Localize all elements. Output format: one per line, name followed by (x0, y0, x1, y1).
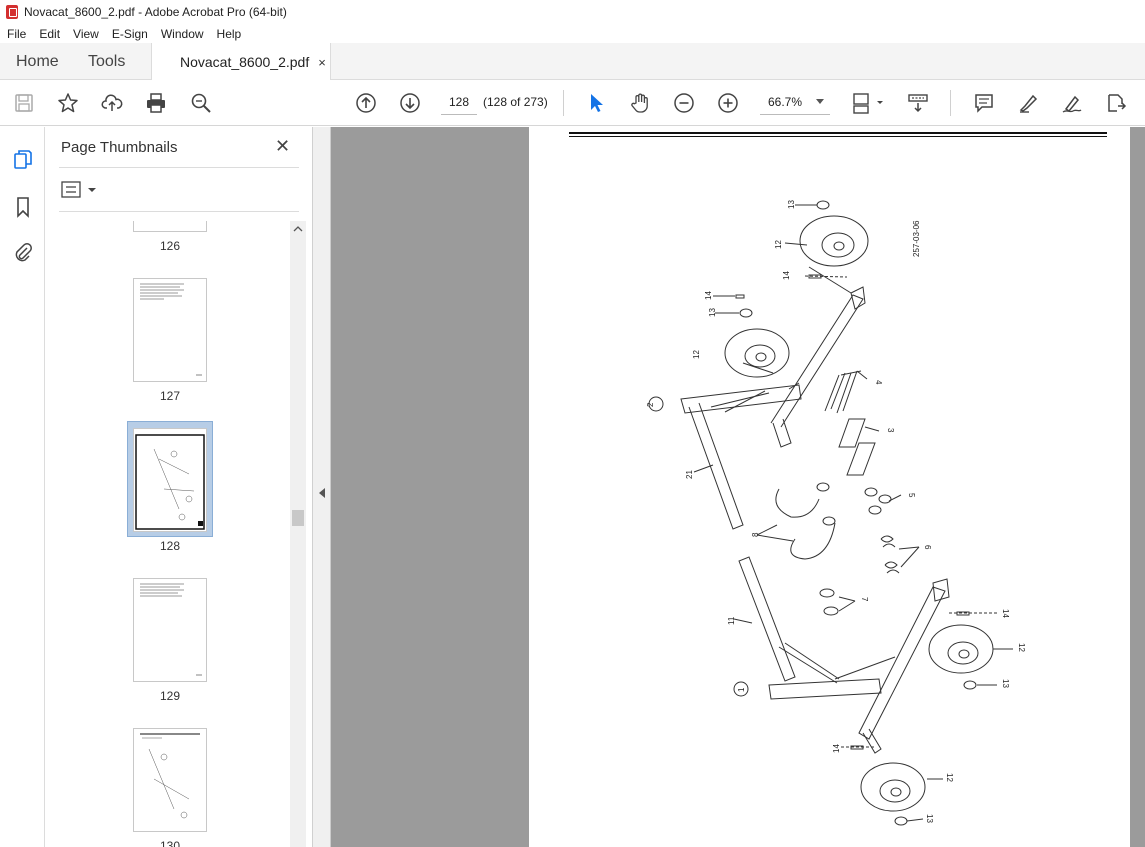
part-label: 13 (1001, 679, 1010, 688)
part-label: 7 (860, 597, 869, 602)
panel-divider (59, 167, 299, 168)
tab-home[interactable]: Home (16, 43, 59, 80)
comment-icon[interactable] (972, 91, 996, 115)
fit-page-icon[interactable] (850, 91, 886, 115)
part-label: 4 (874, 380, 883, 385)
thumbnail-label: 130 (159, 839, 181, 847)
part-label: 14 (782, 271, 791, 280)
part-label: 13 (708, 308, 717, 317)
panel-divider (59, 211, 299, 212)
tab-tools[interactable]: Tools (88, 43, 125, 80)
thumbnails-panel: Page Thumbnails ✕ 126 127 128 129 130 (45, 127, 313, 847)
star-icon[interactable] (56, 91, 80, 115)
thumbnail-page-127[interactable] (133, 278, 207, 382)
page-thumbnails-icon[interactable] (11, 147, 35, 171)
export-icon[interactable] (1104, 91, 1128, 115)
part-label: 8 (751, 532, 760, 537)
page-up-icon[interactable] (354, 91, 378, 115)
zoom-level-value: 66.7% (768, 94, 803, 109)
sign-icon[interactable] (1060, 91, 1084, 115)
thumbnail-page-130[interactable] (133, 728, 207, 832)
thumbnail-page-128[interactable] (133, 428, 207, 532)
panel-collapse-handle[interactable] (313, 127, 331, 847)
thumbnail-label: 126 (159, 239, 181, 253)
callout-number: 2 (646, 402, 655, 407)
thumbnail-page-129[interactable] (133, 578, 207, 682)
panel-title: Page Thumbnails (61, 139, 178, 156)
thumbnail-label: 129 (159, 689, 181, 703)
thumbnail-options-button[interactable] (61, 181, 97, 199)
toolbar-divider (563, 90, 564, 116)
zoom-level-select[interactable]: 66.7% (760, 89, 830, 115)
upload-icon[interactable] (100, 91, 124, 115)
scroll-mode-icon[interactable] (906, 91, 930, 115)
menu-file[interactable]: File (0, 27, 32, 41)
bookmark-icon[interactable] (11, 195, 35, 219)
tab-document-label: Novacat_8600_2.pdf (180, 54, 310, 70)
part-label: 12 (774, 240, 783, 249)
part-label: 12 (692, 350, 701, 359)
thumbnail-preview (140, 733, 200, 819)
select-cursor-icon[interactable] (584, 91, 608, 115)
scroll-up-arrow-icon[interactable] (290, 223, 306, 235)
search-zoom-icon[interactable] (189, 91, 213, 115)
scrollbar-thumb[interactable] (292, 510, 304, 526)
menu-help[interactable]: Help (210, 27, 248, 41)
close-icon[interactable]: ✕ (275, 136, 290, 157)
thumbnail-list: 126 127 128 129 130 (45, 221, 290, 847)
part-label: 21 (685, 470, 694, 479)
thumbnail-page-126[interactable] (133, 221, 207, 232)
thumbnail-label: 128 (159, 539, 181, 553)
zoom-out-icon[interactable] (672, 91, 696, 115)
thumbnails-scrollbar[interactable] (290, 221, 306, 847)
save-icon[interactable] (12, 91, 36, 115)
attachment-icon[interactable] (11, 240, 35, 264)
title-bar: Novacat_8600_2.pdf - Adobe Acrobat Pro (… (0, 0, 1145, 24)
options-list-icon (61, 181, 81, 198)
part-label: 12 (945, 773, 954, 782)
thumbnail-preview (140, 583, 202, 676)
document-viewer[interactable]: 257-03-06 2 1 13 12 14 14 13 12 4 3 21 5… (331, 127, 1145, 847)
part-label: 13 (787, 200, 796, 209)
menu-esign[interactable]: E-Sign (105, 27, 154, 41)
acrobat-app-icon (6, 5, 18, 19)
thumbnail-preview (140, 283, 202, 376)
toolbar-divider (950, 90, 951, 116)
part-label: 11 (727, 616, 736, 625)
page-number-input[interactable]: 128 (441, 89, 477, 115)
parts-diagram: 257-03-06 2 1 13 12 14 14 13 12 4 3 21 5… (646, 200, 1026, 826)
diagram-code: 257-03-06 (912, 220, 921, 257)
tab-close-icon[interactable]: × (318, 55, 326, 70)
print-icon[interactable] (144, 91, 168, 115)
part-label: 5 (907, 493, 916, 498)
part-label: 3 (886, 428, 895, 433)
menu-edit[interactable]: Edit (32, 27, 66, 41)
highlight-icon[interactable] (1016, 91, 1040, 115)
page-down-icon[interactable] (398, 91, 422, 115)
pdf-page: 257-03-06 2 1 13 12 14 14 13 12 4 3 21 5… (529, 127, 1130, 847)
thumbnail-preview (135, 434, 205, 530)
tab-document[interactable]: Novacat_8600_2.pdf × (151, 43, 331, 81)
menu-view[interactable]: View (66, 27, 105, 41)
part-label: 14 (1001, 609, 1010, 618)
part-label: 14 (704, 291, 713, 300)
part-label: 14 (832, 744, 841, 753)
callout-number: 1 (737, 687, 746, 692)
part-label: 12 (1017, 643, 1026, 652)
chevron-down-icon (816, 99, 824, 104)
zoom-in-icon[interactable] (716, 91, 740, 115)
left-rail (0, 127, 45, 847)
part-label: 6 (923, 545, 932, 550)
chevron-down-icon (88, 188, 96, 192)
thumbnail-label: 127 (159, 389, 181, 403)
window-title: Novacat_8600_2.pdf - Adobe Acrobat Pro (… (24, 5, 287, 19)
part-label: 13 (925, 814, 934, 823)
page-count: (128 of 273) (483, 95, 548, 109)
chevron-left-icon (319, 488, 325, 498)
menu-bar: File Edit View E-Sign Window Help (0, 24, 1145, 43)
hand-icon[interactable] (628, 91, 652, 115)
menu-window[interactable]: Window (154, 27, 210, 41)
tab-bar: Home Tools Novacat_8600_2.pdf × (0, 43, 1145, 81)
